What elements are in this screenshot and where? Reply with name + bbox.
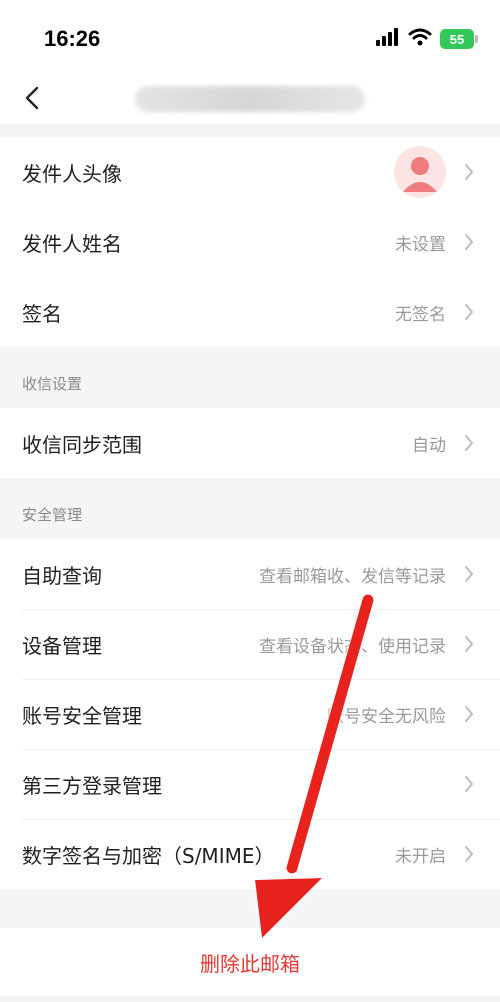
- nav-bar: [0, 78, 500, 124]
- back-button[interactable]: [14, 80, 50, 120]
- battery-icon: 55: [440, 29, 478, 49]
- row-value: 未设置: [395, 234, 446, 255]
- delete-mailbox-label: 删除此邮箱: [200, 951, 300, 976]
- row-label: 签名: [22, 301, 62, 326]
- status-time: 16:26: [44, 26, 101, 51]
- row-device-management[interactable]: 设备管理 查看设备状态、使用记录: [0, 609, 500, 679]
- delete-mailbox-button[interactable]: 删除此邮箱: [0, 928, 500, 996]
- row-self-query[interactable]: 自助查询 查看邮箱收、发信等记录: [0, 539, 500, 609]
- nav-title: [135, 86, 365, 112]
- row-label: 发件人姓名: [22, 231, 122, 256]
- chevron-right-icon: [462, 704, 476, 724]
- chevron-right-icon: [462, 162, 476, 182]
- section-header-receive: 收信设置: [22, 375, 83, 393]
- chevron-right-icon: [462, 844, 476, 864]
- avatar-icon: [394, 146, 446, 198]
- row-value: 账号安全无风险: [327, 706, 446, 727]
- row-sync-range[interactable]: 收信同步范围 自动: [0, 408, 500, 478]
- signal-icon: [376, 28, 400, 50]
- chevron-right-icon: [462, 634, 476, 654]
- row-smime[interactable]: 数字签名与加密（S/MIME） 未开启: [0, 819, 500, 889]
- row-value: 未开启: [395, 846, 446, 867]
- row-label: 数字签名与加密（S/MIME）: [22, 843, 275, 868]
- row-label: 账号安全管理: [22, 703, 142, 728]
- row-third-party-login[interactable]: 第三方登录管理: [0, 749, 500, 819]
- wifi-icon: [408, 28, 432, 50]
- row-value: 自动: [412, 435, 446, 456]
- receive-settings-group: 收信同步范围 自动: [0, 408, 500, 478]
- row-label: 第三方登录管理: [22, 773, 162, 798]
- row-label: 设备管理: [22, 633, 102, 658]
- row-value: 查看邮箱收、发信等记录: [259, 566, 446, 587]
- section-header-security: 安全管理: [22, 506, 83, 524]
- sender-settings-group: 发件人头像 发件人姓名 未设置 签名 无签名: [0, 137, 500, 347]
- row-sender-avatar[interactable]: 发件人头像: [0, 137, 500, 207]
- row-label: 自助查询: [22, 563, 102, 588]
- chevron-right-icon: [462, 433, 476, 453]
- chevron-right-icon: [462, 232, 476, 252]
- row-label: 收信同步范围: [22, 432, 142, 457]
- back-icon: [25, 86, 39, 114]
- row-account-security[interactable]: 账号安全管理 账号安全无风险: [0, 679, 500, 749]
- chevron-right-icon: [462, 774, 476, 794]
- chevron-right-icon: [462, 302, 476, 322]
- status-bar: 16:26 55: [0, 0, 500, 78]
- row-value: 查看设备状态、使用记录: [259, 636, 446, 657]
- row-value: 无签名: [395, 304, 446, 325]
- status-icons: 55: [376, 28, 478, 50]
- row-label: 发件人头像: [22, 161, 122, 186]
- security-group: 自助查询 查看邮箱收、发信等记录 设备管理 查看设备状态、使用记录 账号安全管理…: [0, 539, 500, 889]
- row-signature[interactable]: 签名 无签名: [0, 277, 500, 347]
- chevron-right-icon: [462, 564, 476, 584]
- row-sender-name[interactable]: 发件人姓名 未设置: [0, 207, 500, 277]
